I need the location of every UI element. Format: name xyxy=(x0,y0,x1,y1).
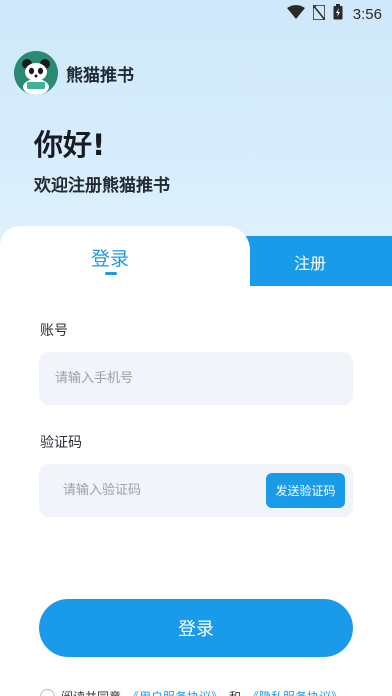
no-sim-icon xyxy=(312,3,326,24)
code-input-box[interactable]: 发送验证码 xyxy=(39,464,353,517)
tab-login-label[interactable]: 登录 xyxy=(88,244,132,271)
battery-icon xyxy=(333,4,343,24)
account-input-box[interactable] xyxy=(39,352,353,405)
greeting-subtitle: 欢迎注册熊猫推书 xyxy=(34,176,170,196)
tab-login-indicator xyxy=(105,272,117,275)
greeting-title: 你好! xyxy=(34,128,106,162)
brand: 熊猫推书 xyxy=(14,51,134,95)
phone-input[interactable] xyxy=(39,352,353,405)
login-button[interactable]: 登录 xyxy=(39,599,353,657)
wifi-icon xyxy=(286,5,305,23)
brand-name: 熊猫推书 xyxy=(66,65,134,86)
status-time: 3:56 xyxy=(352,5,382,23)
privacy-terms-link[interactable]: 《隐私服务协议》 xyxy=(247,688,343,696)
tab-register-label[interactable]: 注册 xyxy=(290,250,330,274)
account-label: 账号 xyxy=(40,323,68,339)
code-label: 验证码 xyxy=(40,435,82,451)
send-code-button[interactable]: 发送验证码 xyxy=(266,473,345,508)
agreement-and: 和 xyxy=(229,688,241,696)
status-bar: 3:56 xyxy=(0,0,392,28)
panda-logo-icon xyxy=(14,51,58,95)
user-terms-link[interactable]: 《用户服务协议》 xyxy=(127,688,223,696)
agreement-checkbox[interactable] xyxy=(40,689,55,696)
agreement-prefix: 阅读并同意 xyxy=(61,688,121,696)
agreement: 阅读并同意 《用户服务协议》 和 《隐私服务协议》 xyxy=(40,688,343,696)
